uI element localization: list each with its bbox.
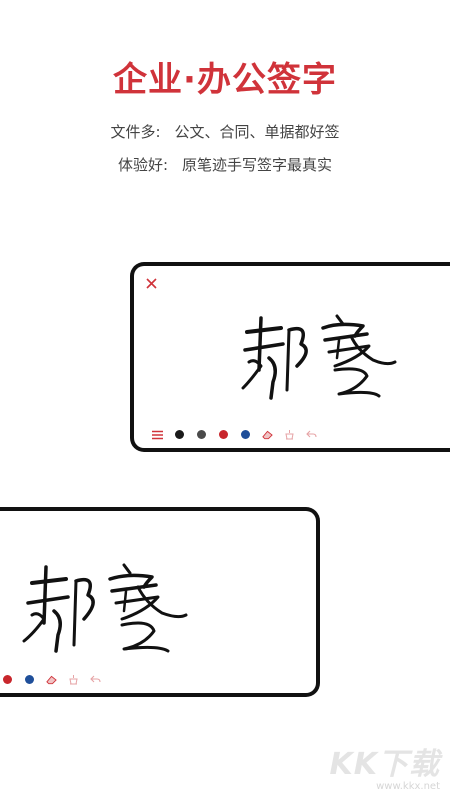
clear-icon[interactable] [284,429,295,440]
undo-icon[interactable] [90,674,101,685]
pen-toolbar [152,429,317,440]
black-ink-button[interactable] [174,429,185,440]
gray-ink-button[interactable] [196,429,207,440]
eraser-icon[interactable] [262,429,273,440]
clear-icon[interactable] [68,674,79,685]
pen-toolbar [2,674,101,685]
feature-label: 文件多: [110,123,161,141]
signature-pad-portrait[interactable] [0,507,320,697]
menu-icon[interactable] [152,429,163,440]
watermark: KK下载 www.kkx.net [330,739,441,792]
headline: 企业·办公签字 [113,60,337,100]
feature-text: 原笔迹手写签字最真实 [182,156,333,174]
blue-ink-button[interactable] [240,429,251,440]
watermark-logo: KK下载 [329,747,440,782]
handwritten-signature [241,314,397,400]
undo-icon[interactable] [306,429,317,440]
red-ink-button[interactable] [2,674,13,685]
feature-text: 公文、合同、单据都好签 [174,123,340,141]
blue-ink-button[interactable] [24,674,35,685]
feature-line-2: 体验好: 原笔迹手写签字最真实 [0,154,450,175]
feature-line-1: 文件多: 公文、合同、单据都好签 [0,121,450,142]
feature-label: 体验好: [117,156,169,174]
signature-pad-landscape[interactable] [130,262,450,452]
handwritten-signature [22,563,188,653]
red-ink-button[interactable] [218,429,229,440]
close-icon[interactable] [146,276,157,292]
eraser-icon[interactable] [46,674,57,685]
